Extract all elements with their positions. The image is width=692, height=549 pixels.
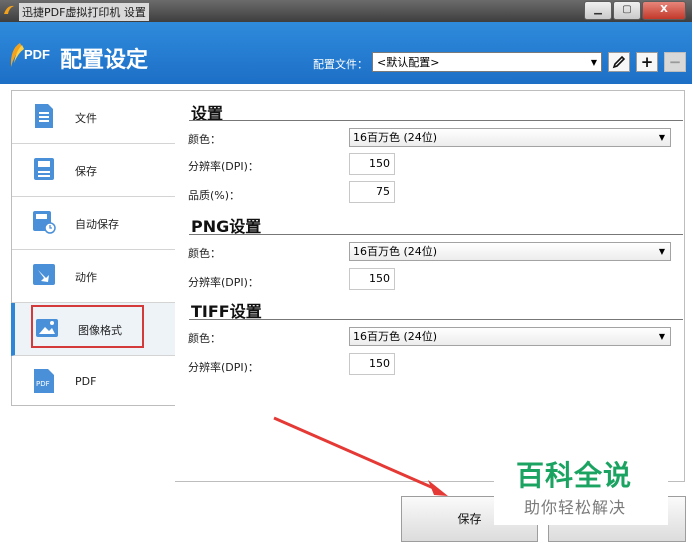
app-logo: PDF [8,41,60,71]
watermark-title: 百科全说 [516,459,633,492]
watermark-subtitle: 助你轻松解决 [524,498,627,517]
dpi-label: 分辨率(DPI)： [188,361,259,374]
action-icon [33,264,55,285]
quality-input[interactable]: 75 [349,181,395,203]
pencil-icon [612,55,626,69]
window-titlebar: 迅捷PDF虚拟打印机 设置 ▁ ▢ X [0,0,692,22]
profile-select[interactable]: <默认配置> ▼ [372,52,602,72]
maximize-button[interactable]: ▢ [613,1,641,20]
sidebar-item-label: PDF [75,375,97,388]
dpi-label: 分辨率(DPI)： [188,276,259,289]
color-select-value: 16百万色 (24位) [353,131,438,144]
sidebar-item-label: 保存 [75,165,97,178]
section-divider [189,319,683,320]
color-select-value: 16百万色 (24位) [353,245,438,258]
document-icon [35,104,53,128]
header-bar: PDF 配置设定 配置文件： <默认配置> ▼ + − [0,22,692,84]
chevron-down-icon: ▼ [658,133,665,142]
chevron-down-icon: ▼ [590,58,597,67]
page-title: 配置设定 [60,48,149,73]
section-divider [189,234,683,235]
sidebar-item-label: 动作 [75,271,97,284]
section-divider [189,120,683,121]
highlight-box [31,305,144,348]
settings-panel: 设置 颜色： 16百万色 (24位) ▼ 分辨率(DPI)： 150 品质(%)… [175,90,685,482]
edit-profile-button[interactable] [608,52,630,72]
quality-label: 品质(%)： [188,189,241,202]
app-icon [4,5,14,14]
close-button[interactable]: X [642,1,686,20]
color-label: 颜色： [188,133,221,146]
chevron-down-icon: ▼ [658,247,665,256]
sidebar-item-action[interactable]: 动作 [12,250,176,303]
save-icon [34,158,54,180]
add-profile-button[interactable]: + [636,52,658,72]
sidebar-item-autosave[interactable]: 自动保存 [12,197,176,250]
tiff-color-select[interactable]: 16百万色 (24位) ▼ [349,327,671,346]
tiff-dpi-input[interactable]: 150 [349,353,395,375]
dpi-input[interactable]: 150 [349,153,395,175]
color-label: 颜色： [188,332,221,345]
profile-label: 配置文件： [313,58,368,71]
plus-icon: + [640,53,654,71]
sidebar: 文件 保存 自动保存 动作 图像格式 PDF PDF [11,90,179,408]
color-label: 颜色： [188,247,221,260]
png-color-select[interactable]: 16百万色 (24位) ▼ [349,242,671,261]
remove-profile-button[interactable]: − [664,52,686,72]
color-select-value: 16百万色 (24位) [353,330,438,343]
auto-save-icon [33,211,56,234]
profile-select-value: <默认配置> [377,56,440,69]
color-select[interactable]: 16百万色 (24位) ▼ [349,128,671,147]
minus-icon: − [668,53,682,71]
minimize-button[interactable]: ▁ [584,1,612,20]
pdf-icon: PDF [34,369,54,393]
sidebar-item-pdf[interactable]: PDF PDF [12,356,176,408]
dpi-label: 分辨率(DPI)： [188,160,259,173]
window-title: 迅捷PDF虚拟打印机 设置 [19,3,149,21]
chevron-down-icon: ▼ [658,332,665,341]
watermark: 百科全说 助你轻松解决 [494,440,668,525]
logo-text: PDF [24,47,50,62]
sidebar-item-label: 自动保存 [75,218,119,231]
sidebar-item-save[interactable]: 保存 [12,144,176,197]
svg-text:PDF: PDF [36,380,50,388]
sidebar-item-label: 文件 [75,112,97,125]
png-dpi-input[interactable]: 150 [349,268,395,290]
sidebar-item-file[interactable]: 文件 [12,91,176,144]
